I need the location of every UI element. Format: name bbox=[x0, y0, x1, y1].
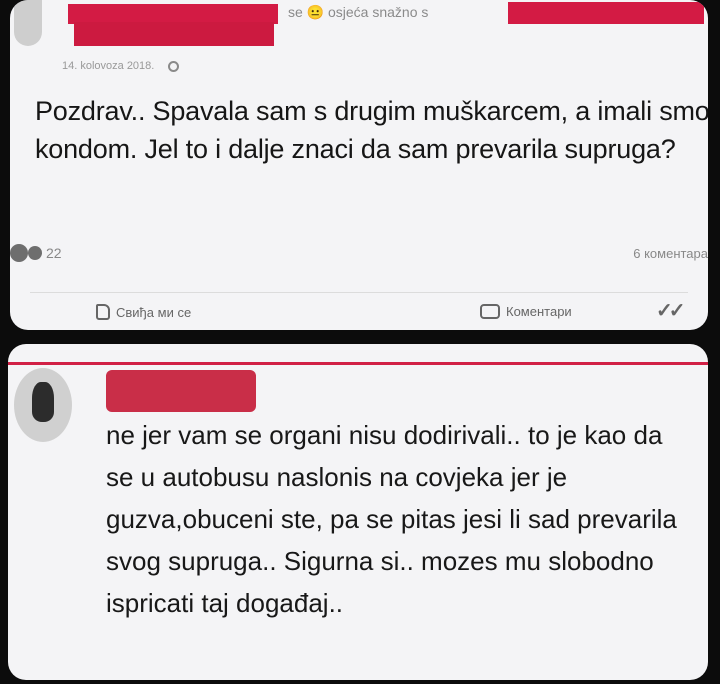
comment-text: ne jer vam se organi nisu dodirivali.. t… bbox=[106, 420, 677, 618]
commenter-avatar[interactable] bbox=[14, 368, 72, 442]
author-avatar[interactable] bbox=[14, 0, 42, 46]
post-date[interactable]: 14. kolovoza 2018. bbox=[62, 60, 154, 72]
reaction-count: 22 bbox=[46, 245, 62, 261]
post-card: se 😐 osjeća snažno s 14. kolovoza 2018. … bbox=[10, 0, 708, 330]
seen-check-icon: ✓✓ bbox=[656, 300, 685, 322]
like-label: Свиђа ми се bbox=[116, 304, 192, 320]
redacted-author-name-2 bbox=[74, 22, 274, 46]
wow-reaction-icon bbox=[28, 246, 42, 260]
thumbs-up-icon bbox=[96, 304, 110, 320]
comment-button[interactable]: Коментари bbox=[480, 304, 572, 319]
post-header-feeling: se 😐 osjeća snažno s bbox=[288, 4, 428, 21]
redacted-commenter-name bbox=[106, 370, 256, 412]
reactions-summary[interactable]: 22 bbox=[10, 244, 62, 262]
globe-icon bbox=[168, 60, 180, 72]
comment-count[interactable]: 6 коментара bbox=[633, 246, 708, 261]
haha-reaction-icon bbox=[10, 244, 28, 262]
speech-bubble-icon bbox=[480, 304, 500, 319]
feeling-text: se 😐 osjeća snažno s bbox=[288, 4, 429, 20]
redacted-author-name bbox=[68, 4, 278, 24]
post-text: Pozdrav.. Spavala sam s drugim muškarcem… bbox=[35, 96, 708, 164]
redacted-tagged-person bbox=[508, 2, 704, 24]
redaction-line bbox=[8, 362, 708, 365]
post-meta: 14. kolovoza 2018. bbox=[62, 60, 180, 72]
comment-card: ne jer vam se organi nisu dodirivali.. t… bbox=[8, 344, 708, 680]
comment-label: Коментари bbox=[506, 304, 572, 319]
divider bbox=[30, 292, 688, 293]
like-button[interactable]: Свиђа ми се bbox=[96, 304, 191, 320]
